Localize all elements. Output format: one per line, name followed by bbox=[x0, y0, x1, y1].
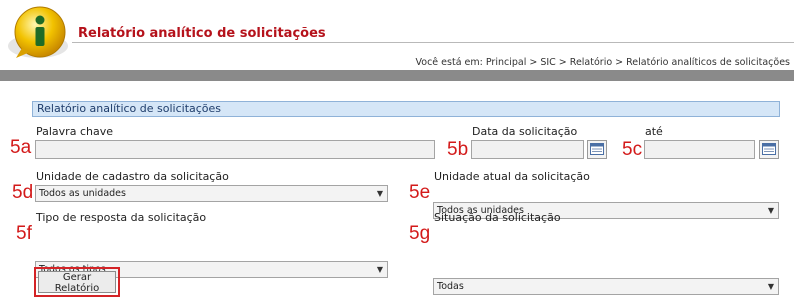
date-from-label: Data da solicitação bbox=[472, 125, 578, 138]
generate-report-button[interactable]: Gerar Relatório bbox=[38, 271, 116, 294]
info-logo-icon bbox=[4, 2, 72, 62]
chevron-down-icon: ▼ bbox=[767, 206, 774, 215]
registration-unit-select[interactable]: Todos as unidades ▼ bbox=[35, 185, 388, 202]
annotation-marker-5c: 5c bbox=[622, 139, 643, 160]
annotation-marker-5d: 5d bbox=[12, 182, 34, 203]
keyword-input[interactable] bbox=[35, 140, 435, 159]
annotation-marker-5f: 5f bbox=[16, 223, 32, 244]
breadcrumb-separator: > bbox=[529, 57, 538, 68]
chevron-down-icon: ▼ bbox=[767, 282, 774, 291]
annotation-marker-5g: 5g bbox=[409, 223, 431, 244]
date-to-calendar-button[interactable] bbox=[759, 140, 779, 159]
breadcrumb-item-principal[interactable]: Principal bbox=[486, 57, 526, 68]
breadcrumb-prefix: Você está em: bbox=[415, 57, 483, 68]
date-from-calendar-button[interactable] bbox=[587, 140, 607, 159]
chevron-down-icon: ▼ bbox=[376, 265, 383, 274]
annotation-marker-5a: 5a bbox=[10, 137, 32, 158]
date-to-input[interactable] bbox=[644, 140, 755, 159]
breadcrumb-separator: > bbox=[615, 57, 624, 68]
breadcrumb-separator: > bbox=[558, 57, 567, 68]
status-selected: Todas bbox=[437, 281, 464, 292]
current-unit-label: Unidade atual da solicitação bbox=[434, 170, 590, 183]
date-from-input[interactable] bbox=[471, 140, 584, 159]
registration-unit-selected: Todos as unidades bbox=[39, 188, 126, 199]
annotation-marker-5b: 5b bbox=[447, 139, 469, 160]
calendar-icon bbox=[762, 140, 776, 159]
title-divider bbox=[72, 42, 794, 43]
status-select[interactable]: Todas ▼ bbox=[433, 278, 779, 295]
breadcrumb: Você está em: Principal > SIC > Relatório > Re… bbox=[416, 57, 790, 68]
response-type-label: Tipo de resposta da solicitação bbox=[36, 211, 207, 224]
registration-unit-label: Unidade de cadastro da solicitação bbox=[36, 170, 229, 183]
date-to-label: até bbox=[645, 125, 663, 138]
header-band bbox=[0, 70, 794, 81]
status-label: Situação da solicitação bbox=[434, 211, 561, 224]
calendar-icon bbox=[590, 140, 604, 159]
breadcrumb-item-current: Relatório analíticos de solicitações bbox=[626, 57, 790, 68]
keyword-label: Palavra chave bbox=[36, 125, 113, 138]
breadcrumb-item-relatorio[interactable]: Relatório bbox=[570, 57, 612, 68]
generate-report-highlight: Gerar Relatório bbox=[34, 267, 120, 297]
section-header: Relatório analítico de solicitações bbox=[32, 101, 780, 117]
page-title: Relatório analítico de solicitações bbox=[78, 26, 326, 41]
chevron-down-icon: ▼ bbox=[376, 189, 383, 198]
breadcrumb-item-sic[interactable]: SIC bbox=[540, 57, 555, 68]
annotation-marker-5e: 5e bbox=[409, 182, 431, 203]
